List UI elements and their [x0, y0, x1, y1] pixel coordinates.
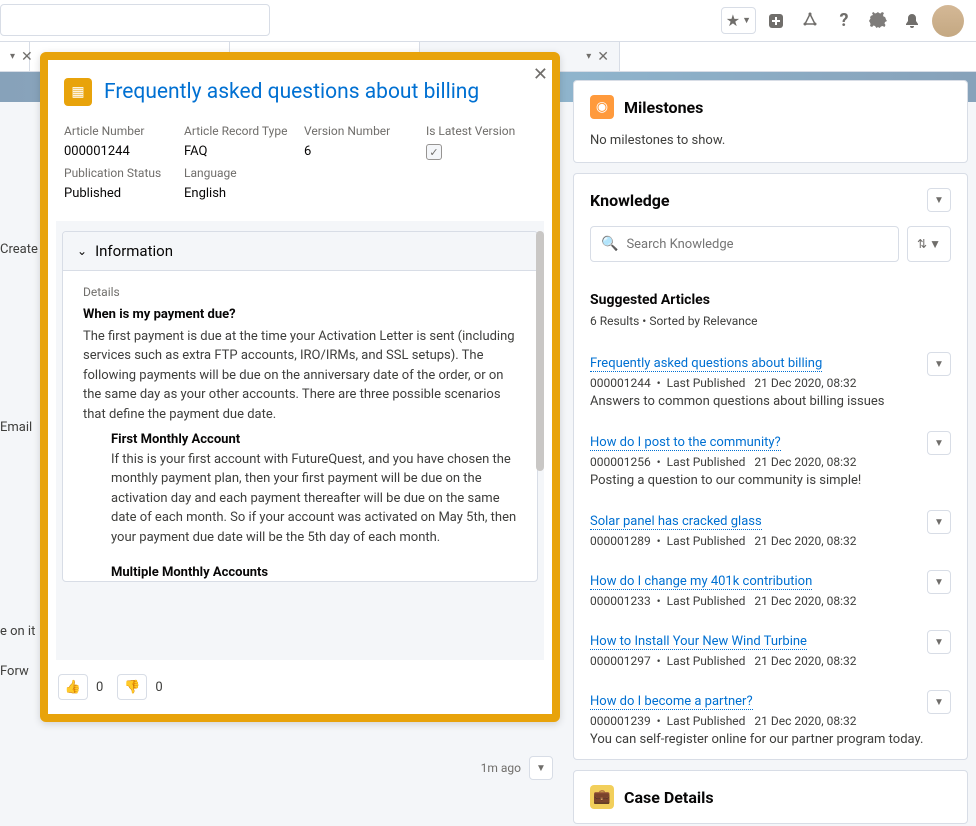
scrollbar[interactable] [536, 231, 544, 471]
article-menu-button[interactable]: ▼ [927, 510, 951, 534]
article-item: How do I post to the community? 000001256… [574, 421, 967, 500]
thumbs-down-icon: 👎 [124, 680, 140, 695]
article-link[interactable]: Frequently asked questions about billing [590, 356, 822, 372]
milestones-empty-text: No milestones to show. [574, 133, 967, 162]
article-snippet: You can self-register online for our par… [590, 732, 951, 747]
case-icon: 💼 [590, 785, 614, 809]
article-menu-button[interactable]: ▼ [927, 690, 951, 714]
article-item: How do I change my 401k contribution 0000… [574, 560, 967, 620]
checkbox-checked-icon: ✓ [426, 144, 442, 160]
notification-icon[interactable] [898, 7, 926, 35]
chevron-down-icon: ▼ [934, 195, 944, 206]
chevron-down-icon: ▼ [742, 15, 751, 26]
milestone-icon: ◉ [590, 95, 614, 119]
results-meta: 6 Results • Sorted by Relevance [574, 314, 967, 342]
article-item: How to Install Your New Wind Turbine 0000… [574, 620, 967, 680]
article-meta: 000001297 • Last Published 21 Dec 2020, … [590, 654, 951, 668]
chevron-down-icon: ▼ [929, 237, 941, 251]
knowledge-menu-button[interactable]: ▼ [927, 188, 951, 212]
chevron-down-icon: ⌄ [77, 244, 87, 258]
chevron-down-icon: ▼ [536, 763, 546, 774]
workspace-tab[interactable]: ▾✕ [0, 42, 30, 71]
sort-button[interactable]: ⇅ ▼ [907, 226, 951, 262]
star-icon: ★ [726, 11, 740, 30]
knowledge-panel: Knowledge ▼ 🔍 ⇅ ▼ Suggested Articles 6 R… [573, 173, 968, 760]
thumbs-down-button[interactable]: 👎 [117, 674, 147, 700]
close-icon[interactable]: ✕ [533, 64, 548, 85]
knowledge-search-input[interactable] [626, 237, 888, 252]
thumbs-up-button[interactable]: 👍 [58, 674, 88, 700]
milestones-title: Milestones [624, 98, 703, 117]
article-meta: 000001289 • Last Published 21 Dec 2020, … [590, 534, 951, 548]
article-metadata: Article Number Article Record Type Versi… [64, 124, 536, 213]
modal-title: Frequently asked questions about billing [104, 80, 479, 104]
milestones-panel: ◉ Milestones No milestones to show. [573, 80, 968, 163]
dislike-count: 0 [155, 680, 162, 695]
knowledge-title: Knowledge [590, 191, 670, 210]
sort-icon: ⇅ [917, 237, 927, 251]
salesforce-icon[interactable] [796, 7, 824, 35]
timestamp-menu[interactable]: ▼ [529, 756, 553, 780]
like-count: 0 [96, 680, 103, 695]
article-body: Details When is my payment due? The firs… [63, 271, 537, 581]
chevron-down-icon: ▼ [934, 637, 944, 648]
article-menu-button[interactable]: ▼ [927, 570, 951, 594]
gear-icon[interactable] [864, 7, 892, 35]
article-meta: 000001239 • Last Published 21 Dec 2020, … [590, 714, 951, 728]
help-icon[interactable]: ? [830, 7, 858, 35]
suggested-articles-header: Suggested Articles [574, 276, 967, 314]
add-icon[interactable] [762, 7, 790, 35]
article-menu-button[interactable]: ▼ [927, 352, 951, 376]
close-icon[interactable]: ✕ [597, 49, 609, 65]
article-meta: 000001256 • Last Published 21 Dec 2020, … [590, 455, 951, 469]
case-details-title: Case Details [624, 788, 714, 807]
article-snippet: Posting a question to our community is s… [590, 473, 951, 488]
article-item: How do I become a partner? 000001239 • La… [574, 680, 967, 759]
information-section-header[interactable]: ⌄ Information [63, 232, 537, 271]
article-link[interactable]: How to Install Your New Wind Turbine [590, 634, 807, 650]
article-preview-modal: ✕ ▦ Frequently asked questions about bil… [40, 52, 560, 722]
article-link[interactable]: Solar panel has cracked glass [590, 514, 762, 530]
article-meta: 000001233 • Last Published 21 Dec 2020, … [590, 594, 951, 608]
user-avatar[interactable] [932, 5, 964, 37]
chevron-down-icon: ▼ [934, 517, 944, 528]
knowledge-search[interactable]: 🔍 [590, 226, 899, 262]
article-link[interactable]: How do I change my 401k contribution [590, 574, 812, 590]
article-item: Frequently asked questions about billing… [574, 342, 967, 421]
article-menu-button[interactable]: ▼ [927, 630, 951, 654]
chevron-down-icon: ▾ [586, 51, 591, 62]
search-icon: 🔍 [601, 236, 618, 252]
case-details-panel: 💼 Case Details [573, 770, 968, 824]
article-icon: ▦ [64, 78, 92, 106]
article-item: Solar panel has cracked glass 000001289 •… [574, 500, 967, 560]
article-link[interactable]: How do I post to the community? [590, 435, 781, 451]
article-snippet: Answers to common questions about billin… [590, 394, 951, 409]
timestamp: 1m ago ▼ [481, 756, 553, 780]
article-menu-button[interactable]: ▼ [927, 431, 951, 455]
global-search-input[interactable] [0, 4, 270, 36]
chevron-down-icon: ▼ [934, 359, 944, 370]
chevron-down-icon: ▾ [10, 51, 15, 62]
chevron-down-icon: ▼ [934, 577, 944, 588]
article-meta: 000001244 • Last Published 21 Dec 2020, … [590, 376, 951, 390]
article-link[interactable]: How do I become a partner? [590, 694, 753, 710]
favorites-button[interactable]: ★▼ [721, 7, 756, 34]
thumbs-up-icon: 👍 [65, 680, 81, 695]
chevron-down-icon: ▼ [934, 697, 944, 708]
global-header: ★▼ ? [0, 0, 976, 42]
chevron-down-icon: ▼ [934, 438, 944, 449]
